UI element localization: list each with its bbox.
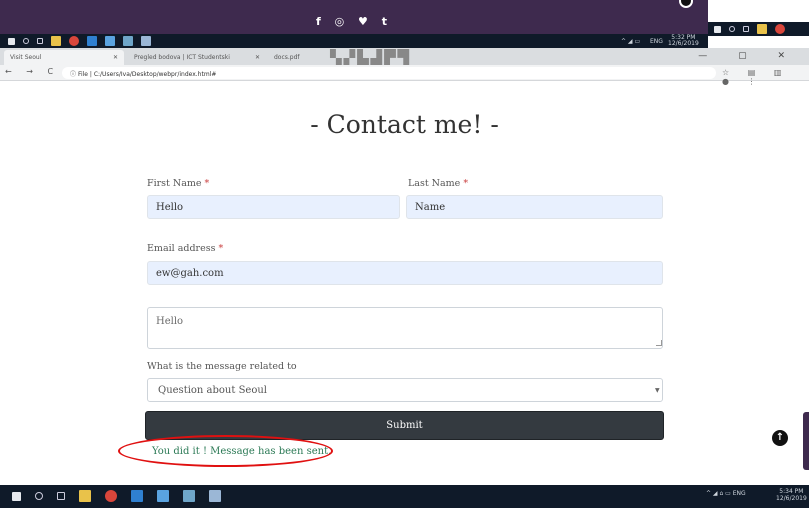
- message-textarea[interactable]: Hello: [147, 307, 663, 349]
- nav-buttons[interactable]: ← → C: [5, 67, 59, 76]
- last-name-label: Last Name *: [408, 178, 468, 189]
- browser-tab-strip: Visit Seoul ✕ Pregled bodova | ICT Stude…: [0, 48, 809, 67]
- task-view-icon[interactable]: [57, 492, 65, 500]
- last-name-label-text: Last Name: [408, 178, 461, 189]
- info-icon[interactable]: ⓘ: [70, 71, 76, 78]
- app-icon[interactable]: [157, 490, 169, 502]
- tray-icons[interactable]: ^ ◢ ▭: [621, 38, 640, 45]
- chrome-icon[interactable]: [69, 36, 79, 46]
- first-name-input[interactable]: Hello: [147, 195, 400, 219]
- email-label: Email address *: [147, 243, 223, 254]
- social-icons[interactable]: f ◎ ♥ t: [0, 15, 708, 28]
- background-strip: [708, 0, 809, 22]
- required-marker: *: [204, 178, 210, 189]
- chrome-icon[interactable]: [775, 24, 785, 34]
- close-tab-icon[interactable]: ✕: [255, 54, 260, 61]
- tab-visit-seoul[interactable]: Visit Seoul ✕: [4, 50, 124, 65]
- taskbar-top-right: [708, 22, 809, 36]
- clock-date: 12/6/2019: [776, 495, 807, 502]
- clock-time: 5:34 PM: [779, 488, 804, 495]
- task-view-icon[interactable]: [743, 26, 749, 32]
- tab-label: docs.pdf: [274, 54, 300, 61]
- email-input[interactable]: ew@gah.com: [147, 261, 663, 285]
- app-icon[interactable]: [123, 36, 133, 46]
- windows-start-icon[interactable]: [714, 25, 721, 33]
- windows-start-icon[interactable]: [8, 37, 15, 45]
- tab-label: Visit Seoul: [10, 54, 42, 61]
- annotation-ellipse: [118, 435, 333, 467]
- side-tab[interactable]: [803, 412, 809, 470]
- first-name-label-text: First Name: [147, 178, 202, 189]
- file-explorer-icon[interactable]: [51, 36, 61, 46]
- page-title: - Contact me! -: [310, 110, 499, 139]
- clock[interactable]: 5:32 PM 12/6/2019: [668, 35, 699, 47]
- search-icon[interactable]: [729, 26, 735, 32]
- file-explorer-icon[interactable]: [757, 24, 767, 34]
- select-label: What is the message related to: [147, 361, 297, 372]
- window-controls[interactable]: — ▢ ✕: [698, 51, 799, 61]
- file-explorer-icon[interactable]: [79, 490, 91, 502]
- task-view-icon[interactable]: [37, 38, 43, 44]
- email-label-text: Email address: [147, 243, 216, 254]
- taskbar-bottom: ^ ◢ ⌂ ▭ ENG 5:34 PM 12/6/2019: [0, 485, 809, 508]
- language-indicator[interactable]: ENG: [733, 490, 746, 497]
- chrome-icon[interactable]: [105, 490, 117, 502]
- browser-navbar: ← → C ⓘ File | C:/Users/Iva/Desktop/webp…: [0, 65, 809, 86]
- close-tab-icon[interactable]: ✕: [113, 54, 118, 61]
- resize-grip-icon[interactable]: [656, 340, 662, 346]
- search-icon[interactable]: [35, 492, 43, 500]
- app-icon[interactable]: [105, 36, 115, 46]
- vscode-icon[interactable]: [87, 36, 97, 46]
- url-text: File | C:/Users/Iva/Desktop/webpr/index.…: [77, 71, 217, 78]
- scroll-to-top-icon[interactable]: ↑: [772, 430, 788, 446]
- address-bar[interactable]: ⓘ File | C:/Users/Iva/Desktop/webpr/inde…: [62, 67, 716, 79]
- photos-icon[interactable]: [209, 490, 221, 502]
- tab-label: Pregled bodova | ICT Studentski: [134, 54, 230, 61]
- app-icon[interactable]: [183, 490, 195, 502]
- windows-start-icon[interactable]: [12, 491, 21, 501]
- taskbar-top: ^ ◢ ▭ ENG 5:32 PM 12/6/2019: [0, 34, 708, 48]
- required-marker: *: [463, 178, 469, 189]
- clock-date: 12/6/2019: [668, 40, 699, 47]
- required-marker: *: [218, 243, 224, 254]
- tray-icons[interactable]: ^ ◢ ⌂ ▭ ENG: [706, 490, 746, 497]
- tab-docs[interactable]: docs.pdf: [268, 50, 320, 65]
- extension-icons[interactable]: ☆ ▤ ▥ ● ⋮: [722, 68, 809, 86]
- vscode-icon[interactable]: [131, 490, 143, 502]
- clock[interactable]: 5:34 PM 12/6/2019: [776, 488, 807, 502]
- language-indicator[interactable]: ENG: [650, 38, 663, 45]
- topic-select[interactable]: Question about Seoul: [147, 378, 663, 402]
- first-name-label: First Name *: [147, 178, 209, 189]
- tab-pregled-bodova[interactable]: Pregled bodova | ICT Studentski ✕: [128, 50, 266, 65]
- chevron-down-icon: ▼: [655, 387, 660, 394]
- search-icon[interactable]: [23, 38, 29, 44]
- photos-icon[interactable]: [141, 36, 151, 46]
- last-name-input[interactable]: Name: [406, 195, 663, 219]
